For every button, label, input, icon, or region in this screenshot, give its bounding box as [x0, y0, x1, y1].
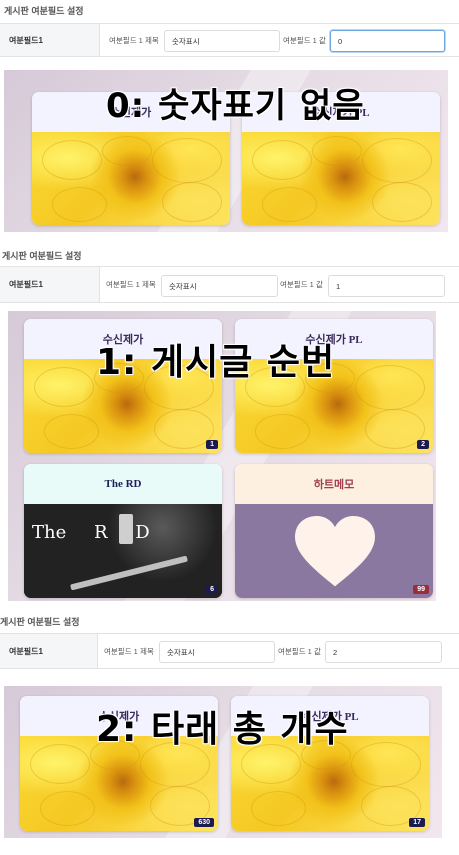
count-badge: 2: [417, 440, 429, 449]
the-rd-image: The R D: [24, 504, 222, 598]
preview-panel: 수신제가 수신제가 PL 0: 숫자표기 없음: [4, 70, 448, 232]
petal-shape: [365, 409, 425, 449]
count-badge: 99: [413, 585, 429, 594]
petal-shape: [362, 138, 432, 183]
board-card[interactable]: 하트메모 99: [235, 464, 433, 598]
petal-shape: [44, 414, 99, 449]
card-title: The RD: [24, 464, 222, 504]
petal-shape: [34, 367, 94, 407]
field-value-input[interactable]: 2: [325, 641, 442, 663]
extra-field-row: 여분필드1 여분필드 1 제목 숫자표시 여분필드 1 값 0: [0, 23, 459, 57]
row-label: 여분필드1: [0, 634, 98, 668]
field-value-label: 여분필드 1 값: [278, 646, 321, 656]
syringe-icon: [70, 555, 188, 591]
count-badge: 17: [409, 818, 425, 827]
field-value-input[interactable]: 0: [330, 30, 445, 52]
heart-icon: [295, 516, 375, 587]
field-title-label: 여분필드 1 제목: [104, 646, 154, 656]
petal-shape: [52, 187, 107, 222]
field-title-input[interactable]: 숫자표시: [159, 641, 275, 663]
petal-shape: [255, 414, 310, 449]
overlay-caption: 2: 타래 총 개수: [96, 709, 349, 750]
extra-field-row: 여분필드1 여분필드 1 제목 숫자표시 여분필드 1 값 2: [0, 633, 459, 669]
overlay-caption: 0: 숫자표기 없음: [106, 86, 365, 126]
card-title: 하트메모: [235, 464, 433, 504]
vial-icon: [119, 514, 133, 544]
field-title-input[interactable]: 숫자표시: [161, 275, 278, 297]
row-label: 여분필드1: [0, 267, 100, 302]
petal-shape: [252, 140, 312, 180]
petal-shape: [372, 182, 432, 222]
count-badge: 630: [194, 818, 214, 827]
petal-shape: [162, 182, 222, 222]
extra-field-row: 여분필드1 여분필드 1 제목 숫자표시 여분필드 1 값 1: [0, 266, 459, 303]
preview-panel: 수신제가 1 수신제가 PL 2 The RD The R D 6 하트메모 9…: [8, 311, 436, 601]
board-card[interactable]: The RD The R D 6: [24, 464, 222, 598]
petal-shape: [102, 136, 152, 166]
heart-image: [235, 504, 433, 598]
section-title: 게시판 여분필드 설정: [2, 251, 82, 261]
field-value-label: 여분필드 1 값: [280, 280, 323, 289]
petal-shape: [154, 409, 214, 449]
count-badge: 1: [206, 440, 218, 449]
petal-shape: [262, 187, 317, 222]
petal-shape: [40, 791, 95, 826]
overlay-caption: 1: 게시글 순번: [96, 342, 336, 383]
section-title: 게시판 여분필드 설정: [4, 6, 84, 16]
petal-shape: [42, 140, 102, 180]
flower-image: [32, 132, 230, 225]
petal-shape: [355, 365, 425, 410]
petal-shape: [312, 136, 362, 166]
field-title-input[interactable]: 숫자표시: [164, 30, 280, 52]
count-badge: 6: [206, 585, 218, 594]
petal-shape: [351, 742, 421, 787]
petal-shape: [251, 791, 306, 826]
field-title-label: 여분필드 1 제목: [109, 35, 159, 45]
flower-image: [242, 132, 440, 225]
field-title-label: 여분필드 1 제목: [106, 280, 156, 289]
field-value-label: 여분필드 1 값: [283, 35, 326, 45]
petal-shape: [30, 744, 90, 784]
field-value-input[interactable]: 1: [328, 275, 445, 297]
row-label: 여분필드1: [0, 24, 100, 56]
petal-shape: [152, 138, 222, 183]
preview-panel: 수신제가 630 수신제가 PL 17 2: 타래 총 개수: [4, 686, 442, 838]
section-title: 게시판 여분필드 설정: [0, 617, 80, 627]
